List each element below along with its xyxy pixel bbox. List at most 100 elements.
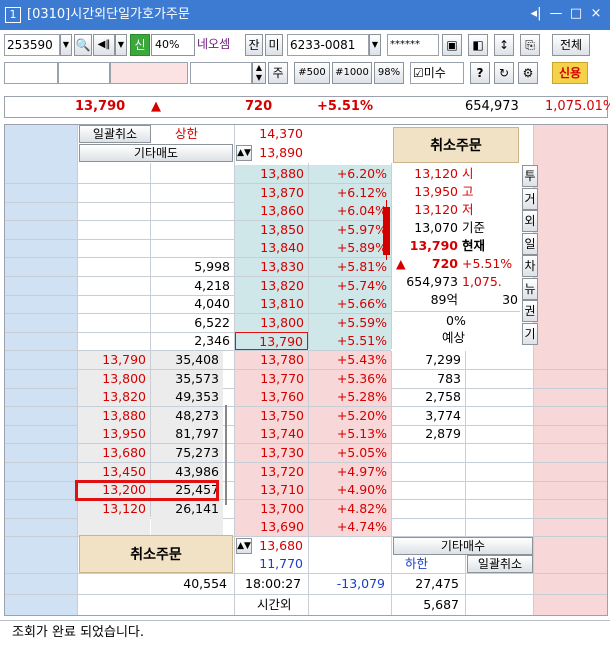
quantity-stepper[interactable]: ▲ ▼	[252, 62, 266, 84]
lower-price-stepper[interactable]: ▲▼	[236, 538, 252, 554]
buy-qty[interactable]: 2,879	[392, 425, 465, 443]
sell-qty[interactable]: 4,218	[151, 277, 234, 295]
right-order-column[interactable]	[534, 125, 607, 615]
buy-qty[interactable]: 3,774	[392, 407, 465, 425]
sell-price[interactable]: 13,800	[235, 314, 308, 332]
buy-price[interactable]: 13,700	[235, 500, 308, 518]
buy-qty[interactable]	[392, 444, 465, 462]
sell-price[interactable]: 13,860	[235, 202, 308, 220]
buy-price[interactable]: 13,740	[235, 425, 308, 443]
refresh-icon[interactable]: ↻	[494, 62, 514, 84]
updown-icon[interactable]: ↕	[494, 34, 514, 56]
side-tab-button[interactable]: 투	[522, 165, 538, 187]
sell-qty[interactable]	[151, 239, 234, 257]
ju-button[interactable]: 주	[268, 62, 288, 84]
buy-qty[interactable]: 783	[392, 370, 465, 388]
sell-price[interactable]: 13,840	[235, 239, 308, 257]
bulk-cancel-sell-button[interactable]: 일괄취소	[79, 125, 151, 143]
cancel-order-top-button[interactable]: 취소주문	[393, 127, 519, 163]
account-input[interactable]: 6233-0081	[287, 34, 369, 56]
sell-price[interactable]: 13,850	[235, 221, 308, 239]
code-dropdown-icon[interactable]: ▼	[60, 34, 72, 56]
qty-500-button[interactable]: #500	[294, 62, 330, 84]
lower-limit-price[interactable]: 11,770	[237, 555, 307, 573]
order-field-3[interactable]	[110, 62, 188, 84]
upper-limit-price[interactable]: 14,370	[237, 125, 307, 143]
buy-qty[interactable]: 2,758	[392, 388, 465, 406]
extra-sell-price[interactable]: 13,890	[253, 144, 307, 162]
misu-checkbox[interactable]: ☑미수	[410, 62, 464, 84]
maximize-icon[interactable]: □	[568, 6, 584, 22]
credit-button[interactable]: 신용	[552, 62, 588, 84]
bulk-cancel-buy-button[interactable]: 일괄취소	[467, 555, 533, 573]
search-icon[interactable]: 🔍	[74, 34, 92, 56]
buy-price[interactable]: 13,690	[235, 518, 308, 536]
password-field[interactable]: ******	[387, 34, 439, 56]
side-tab-button[interactable]: 차	[522, 255, 538, 277]
other-buy-button[interactable]: 기타매수	[393, 537, 533, 555]
save-icon[interactable]: ▣	[442, 34, 462, 56]
pct-98-button[interactable]: 98%	[374, 62, 404, 84]
buy-qty[interactable]: 7,299	[392, 351, 465, 369]
sell-price[interactable]: 13,810	[235, 295, 308, 313]
buy-price[interactable]: 13,770	[235, 370, 308, 388]
sell-price[interactable]: 13,830	[235, 258, 308, 276]
sell-qty[interactable]: 6,522	[151, 314, 234, 332]
other-sell-button[interactable]: 기타매도	[79, 144, 233, 162]
unfilled-button[interactable]: 미	[265, 34, 283, 56]
scroll-indicator[interactable]	[225, 405, 227, 505]
balance-button[interactable]: 잔	[245, 34, 263, 56]
buy-price[interactable]: 13,710	[235, 481, 308, 499]
buy-price[interactable]: 13,730	[235, 444, 308, 462]
account-dropdown-icon[interactable]: ▼	[369, 34, 381, 56]
sell-qty[interactable]	[151, 184, 234, 202]
qty-1000-button[interactable]: #1000	[332, 62, 372, 84]
buy-price[interactable]: 13,780	[235, 351, 308, 369]
side-tab-button[interactable]: 일	[522, 232, 538, 255]
help-button[interactable]: ?	[470, 62, 490, 84]
speaker-dropdown-icon[interactable]: ▼	[115, 34, 127, 56]
side-tab-button[interactable]: 외	[522, 210, 538, 232]
side-tab-button[interactable]: 거	[522, 187, 538, 210]
lower-extra-price[interactable]: 13,680	[253, 537, 307, 555]
buy-qty[interactable]	[392, 463, 465, 481]
left-order-column[interactable]	[5, 125, 77, 615]
side-tab-button[interactable]: 뉴	[522, 277, 538, 300]
checkbox-icon[interactable]: ☑	[413, 66, 424, 80]
buy-qty[interactable]	[392, 481, 465, 499]
sell-qty[interactable]	[151, 165, 234, 183]
left-price: 13,950	[78, 425, 150, 443]
buy-qty[interactable]	[392, 500, 465, 518]
order-field-1[interactable]	[4, 62, 58, 84]
close-icon[interactable]: ×	[588, 6, 604, 22]
sell-price[interactable]: 13,820	[235, 277, 308, 295]
side-tab-button[interactable]: 기	[522, 322, 538, 345]
sell-qty[interactable]: 5,998	[151, 258, 234, 276]
window-icon[interactable]: ◧	[468, 34, 488, 56]
buy-price[interactable]: 13,750	[235, 407, 308, 425]
sell-price[interactable]: 13,870	[235, 184, 308, 202]
stock-code-input[interactable]: 253590	[4, 34, 60, 56]
all-button[interactable]: 전체	[552, 34, 590, 56]
cancel-order-bottom-button[interactable]: 취소주문	[79, 535, 233, 573]
sell-qty[interactable]: 4,040	[151, 295, 234, 313]
sell-qty[interactable]: 2,346	[151, 332, 234, 350]
sin-button[interactable]: 신	[130, 34, 150, 56]
side-tab-button[interactable]: 권	[522, 300, 538, 322]
sell-qty[interactable]	[151, 221, 234, 239]
sell-qty[interactable]	[151, 202, 234, 220]
price-stepper[interactable]: ▲▼	[236, 145, 252, 161]
gear-icon[interactable]: ⚙	[518, 62, 538, 84]
speaker-icon[interactable]: ◀‖	[93, 34, 115, 56]
sell-price[interactable]: 13,880	[235, 165, 308, 183]
buy-qty[interactable]	[392, 518, 465, 536]
export-icon[interactable]: ⎘	[520, 34, 540, 56]
quantity-input[interactable]	[190, 62, 252, 84]
sell-rate: +5.97%	[309, 221, 391, 239]
order-field-2[interactable]	[58, 62, 110, 84]
buy-price[interactable]: 13,720	[235, 463, 308, 481]
minimize-icon[interactable]: —	[548, 6, 564, 22]
sell-price[interactable]: 13,790	[235, 332, 308, 350]
pin-icon[interactable]: ◂|	[528, 6, 544, 22]
buy-price[interactable]: 13,760	[235, 388, 308, 406]
